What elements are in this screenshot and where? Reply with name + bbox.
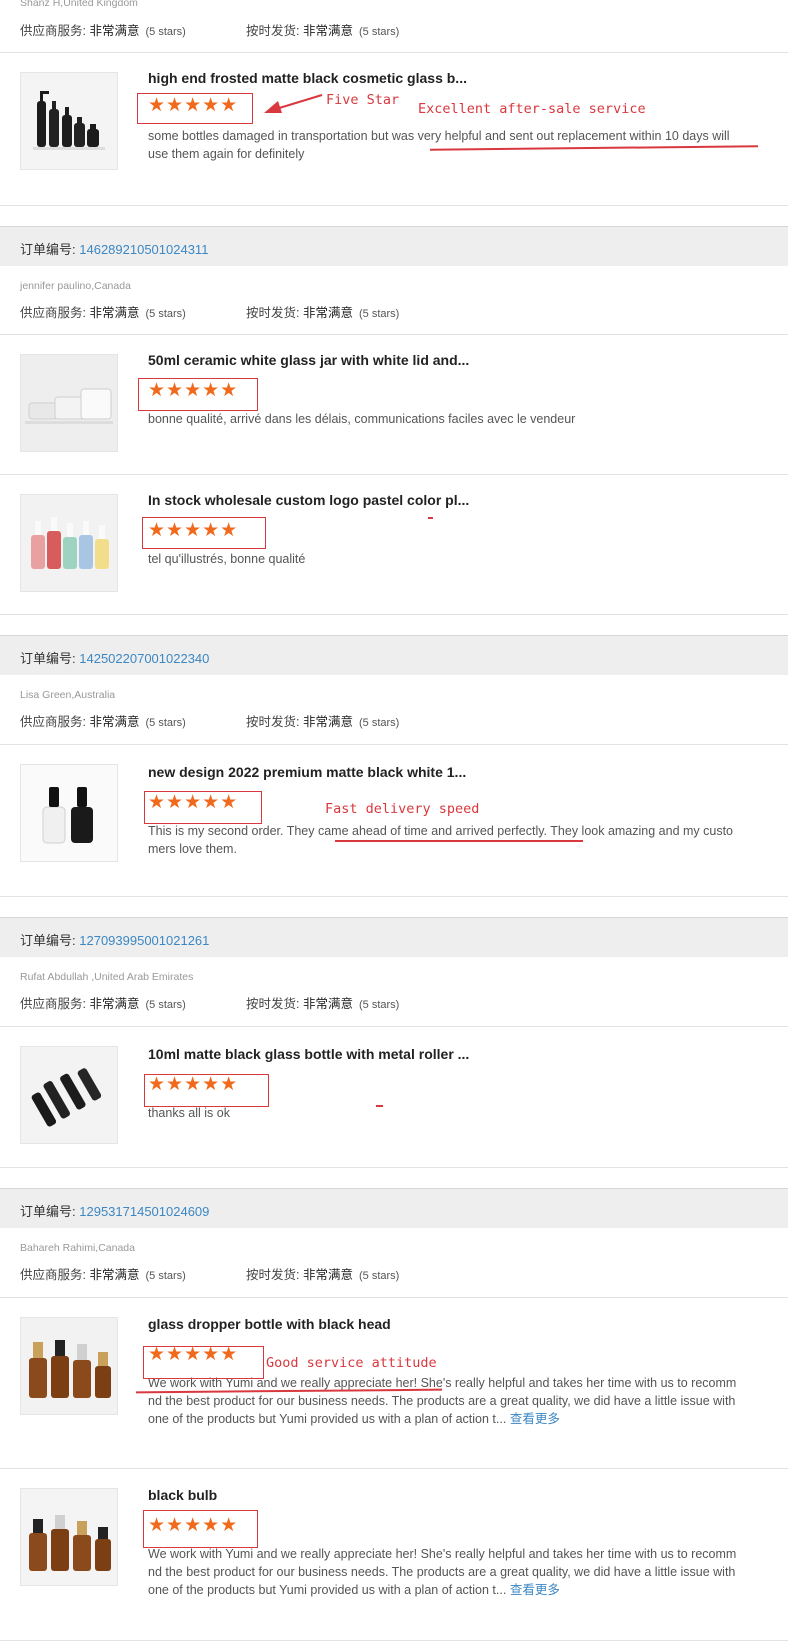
annotation-after-sale: Excellent after-sale service (418, 101, 646, 117)
rating-line: 供应商服务: 非常满意 (5 stars) 按时发货: 非常满意 (5 stars) (20, 715, 400, 729)
annotation-box (138, 378, 258, 411)
order-header: 订单编号: 146289210501024311 (0, 226, 788, 266)
product-title[interactable]: black bulb (148, 1487, 217, 1503)
order-number-link[interactable]: 127093995001021261 (79, 933, 209, 948)
annotation-underline (335, 840, 583, 842)
product-thumbnail[interactable] (20, 764, 118, 862)
product-thumbnail[interactable] (20, 72, 118, 170)
order-header: 订单编号: 129531714501024609 (0, 1188, 788, 1228)
pastel-dropper-bottles-image (21, 495, 117, 591)
product-title[interactable]: 10ml matte black glass bottle with metal… (148, 1046, 469, 1062)
product-title[interactable]: In stock wholesale custom logo pastel co… (148, 492, 469, 508)
annotation-box (137, 93, 253, 124)
amber-dropper-bottles-image (21, 1318, 117, 1414)
annotation-box (143, 1510, 258, 1548)
annotation-box (142, 517, 266, 549)
divider (0, 474, 788, 475)
divider (0, 896, 788, 897)
product-thumbnail[interactable] (20, 494, 118, 592)
review-page: Shanz H,United Kingdom 供应商服务: 非常满意 (5 sta… (0, 0, 788, 1648)
divider (0, 205, 788, 206)
black-white-dropper-bottles-image (21, 765, 117, 861)
annotation-arrow-icon (264, 94, 323, 113)
annotation-box (144, 1074, 269, 1107)
see-more-link[interactable]: 查看更多 (510, 1583, 560, 1597)
buyer-name: Shanz H,United Kingdom (20, 0, 138, 9)
product-thumbnail[interactable] (20, 1488, 118, 1586)
review-comment: bonne qualité, arrivé dans les délais, c… (148, 412, 576, 426)
review-comment: tel qu'illustrés, bonne qualité (148, 552, 306, 566)
product-title[interactable]: new design 2022 premium matte black whit… (148, 764, 466, 780)
white-ceramic-jars-image (21, 355, 117, 451)
review-comment: We work with Yumi and we really apprecia… (148, 1376, 737, 1426)
review-comment: We work with Yumi and we really apprecia… (148, 1547, 737, 1597)
product-thumbnail[interactable] (20, 1046, 118, 1144)
buyer-name: Rufat Abdullah ,United Arab Emirates (20, 971, 194, 983)
annotation-fast-delivery: Fast delivery speed (325, 801, 480, 817)
divider (0, 1468, 788, 1469)
divider (0, 744, 788, 745)
product-thumbnail[interactable] (20, 1317, 118, 1415)
rating-line: 供应商服务: 非常满意 (5 stars) 按时发货: 非常满意 (5 stars) (20, 997, 400, 1011)
black-cosmetic-bottles-image (21, 73, 117, 169)
order-number-link[interactable]: 142502207001022340 (79, 651, 209, 666)
annotation-good-service: Good service attitude (266, 1355, 437, 1371)
order-number-link[interactable]: 129531714501024609 (79, 1204, 209, 1219)
divider (0, 1297, 788, 1298)
divider (0, 52, 788, 53)
order-header: 订单编号: 142502207001022340 (0, 635, 788, 675)
annotation-mark (428, 517, 433, 519)
divider (0, 1026, 788, 1027)
rating-line: 供应商服务: 非常满意 (5 stars) 按时发货: 非常满意 (5 stars) (20, 306, 400, 320)
roller-bottles-image (21, 1047, 117, 1143)
annotation-mark (376, 1105, 383, 1107)
product-title[interactable]: high end frosted matte black cosmetic gl… (148, 70, 467, 86)
order-header: 订单编号: 127093995001021261 (0, 917, 788, 957)
rating-line: 供应商服务: 非常满意 (5 stars) 按时发货: 非常满意 (5 stars) (20, 1268, 400, 1282)
order-number-link[interactable]: 146289210501024311 (79, 242, 208, 257)
divider (0, 334, 788, 335)
divider (0, 1640, 788, 1641)
buyer-name: Bahareh Rahimi,Canada (20, 1242, 135, 1254)
product-title[interactable]: glass dropper bottle with black head (148, 1316, 391, 1332)
divider (0, 1167, 788, 1168)
buyer-name: jennifer paulino,Canada (20, 280, 131, 292)
rating-line: 供应商服务: 非常满意 (5 stars) 按时发货: 非常满意 (5 stars) (20, 24, 400, 38)
annotation-five-star: Five Star (326, 92, 400, 108)
product-title[interactable]: 50ml ceramic white glass jar with white … (148, 352, 469, 368)
annotation-box (144, 791, 262, 824)
product-thumbnail[interactable] (20, 354, 118, 452)
buyer-name: Lisa Green,Australia (20, 689, 116, 701)
divider (0, 614, 788, 615)
see-more-link[interactable]: 查看更多 (510, 1412, 560, 1426)
amber-bulb-bottles-image (21, 1489, 117, 1585)
annotation-box (143, 1346, 264, 1379)
